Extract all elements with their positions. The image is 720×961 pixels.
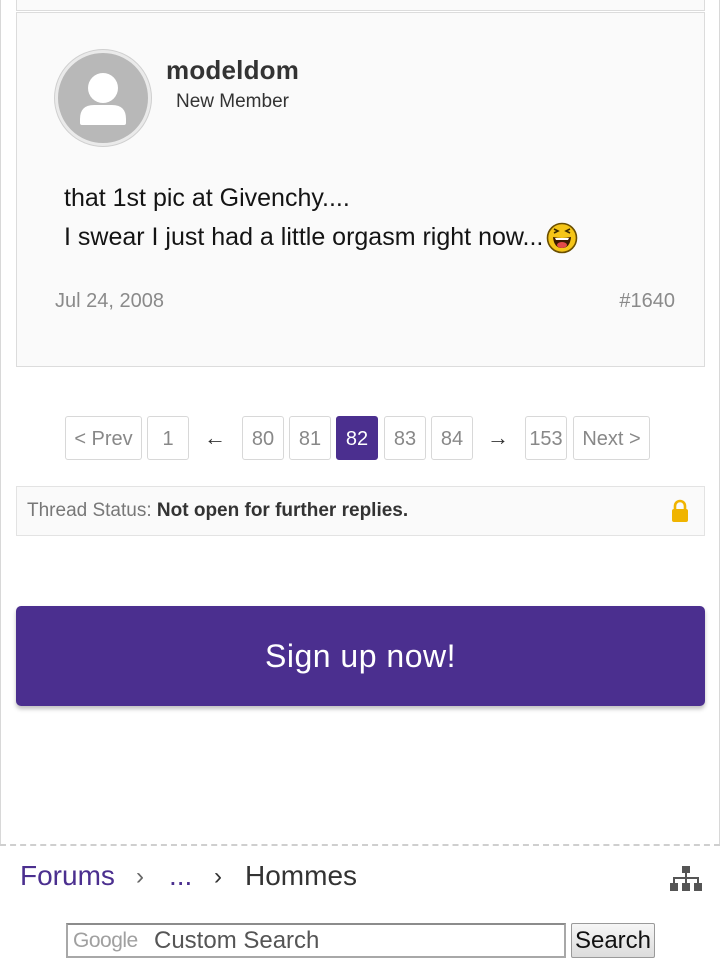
- google-custom-search: Google Search: [0, 921, 720, 961]
- page-80-link[interactable]: 80: [242, 416, 284, 460]
- breadcrumb-current-hommes[interactable]: Hommes: [245, 860, 357, 892]
- page-jump-right-arrow[interactable]: →: [487, 416, 509, 460]
- previous-post-edge: [16, 0, 705, 11]
- page-81-link[interactable]: 81: [289, 416, 331, 460]
- post-message: that 1st pic at Givenchy.... I swear I j…: [64, 179, 578, 257]
- breadcrumb-forums-link[interactable]: Forums: [20, 860, 115, 892]
- search-button[interactable]: Search: [571, 923, 655, 958]
- pagination: < Prev 1 ← 80 81 82 83 84 → 153 Next >: [0, 416, 720, 462]
- forum-post: modeldom New Member that 1st pic at Give…: [16, 12, 705, 367]
- username-link[interactable]: modeldom: [166, 55, 299, 86]
- sign-up-button[interactable]: Sign up now!: [16, 606, 705, 706]
- message-line-2-text: I swear I just had a little orgasm right…: [64, 223, 544, 251]
- next-page-button[interactable]: Next >: [573, 416, 650, 460]
- thread-status-label: Thread Status:: [27, 500, 152, 521]
- default-user-icon: [80, 73, 126, 125]
- message-line-1: that 1st pic at Givenchy....: [64, 184, 350, 212]
- google-logo: Google: [73, 929, 138, 952]
- current-page-82[interactable]: 82: [336, 416, 378, 460]
- thread-status-text: Thread Status: Not open for further repl…: [27, 500, 408, 522]
- tongue-out-smiley-icon: [547, 223, 578, 254]
- footer-divider: [0, 844, 720, 846]
- page-1-link[interactable]: 1: [147, 416, 189, 460]
- breadcrumb-separator: ›: [136, 863, 144, 890]
- thread-status-value: Not open for further replies.: [156, 500, 409, 521]
- post-date[interactable]: Jul 24, 2008: [55, 290, 164, 313]
- breadcrumb-separator: ›: [214, 863, 222, 890]
- post-permalink-number[interactable]: #1640: [619, 290, 675, 313]
- thread-status-bar: Thread Status: Not open for further repl…: [16, 486, 705, 536]
- sitemap-icon[interactable]: [670, 866, 702, 894]
- page-153-link[interactable]: 153: [525, 416, 567, 460]
- lock-icon: [672, 499, 688, 522]
- prev-page-button[interactable]: < Prev: [65, 416, 142, 460]
- message-line-2: I swear I just had a little orgasm right…: [64, 218, 578, 257]
- avatar[interactable]: [55, 50, 151, 146]
- page-jump-left-arrow[interactable]: ←: [204, 416, 226, 460]
- user-title: New Member: [176, 91, 289, 112]
- search-input[interactable]: [66, 923, 566, 958]
- breadcrumb-ellipsis-link[interactable]: ...: [169, 860, 192, 892]
- page-83-link[interactable]: 83: [384, 416, 426, 460]
- page-84-link[interactable]: 84: [431, 416, 473, 460]
